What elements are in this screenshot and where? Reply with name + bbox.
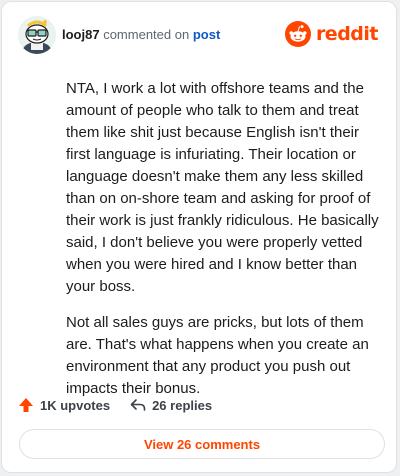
upvote-count: 1K upvotes: [40, 397, 111, 413]
reply-button[interactable]: 26 replies: [130, 397, 212, 413]
comment-body: NTA, I work a lot with offshore teams an…: [66, 78, 384, 414]
reddit-logo[interactable]: reddit: [284, 20, 379, 48]
comment-byline: looj87 commented on post: [62, 27, 220, 42]
comment-header: looj87 commented on post reddit: [18, 16, 380, 56]
upvote-button[interactable]: 1K upvotes: [18, 397, 110, 413]
upvote-arrow-icon: [19, 398, 33, 412]
comment-paragraph: NTA, I work a lot with offshore teams an…: [66, 80, 379, 295]
reddit-snoo-icon: [284, 21, 311, 47]
reply-count: 26 replies: [152, 397, 213, 413]
comment-card: looj87 commented on post reddit NTA, I w…: [1, 1, 397, 473]
view-comments-button[interactable]: View 26 comments: [19, 429, 385, 459]
post-link[interactable]: post: [193, 27, 220, 42]
comment-actions: 1K upvotes 26 replies: [18, 395, 232, 415]
comment-paragraph: Not all sales guys are pricks, but lots …: [66, 314, 369, 397]
user-avatar[interactable]: [18, 16, 56, 54]
commented-on-label: commented on: [103, 27, 190, 42]
reply-arrow-icon: [130, 399, 146, 411]
reddit-wordmark: reddit: [315, 23, 379, 45]
snoo-avatar-icon: [18, 16, 56, 54]
username-link[interactable]: looj87: [62, 27, 100, 42]
